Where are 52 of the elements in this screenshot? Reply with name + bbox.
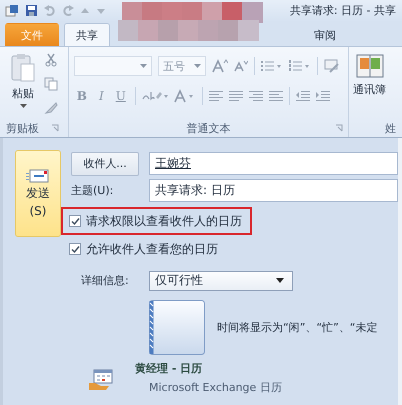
calendar-type: Microsoft Exchange 日历 xyxy=(148,380,282,395)
brush-icon[interactable] xyxy=(44,101,58,115)
group-label: 普通文本 xyxy=(186,120,230,136)
bullet-list-icon[interactable] xyxy=(260,60,283,72)
window-title: 共享请求: 日历 - 共享 xyxy=(290,3,396,18)
availability-note: 时间将显示为“闲”、“忙”、“未定 xyxy=(217,320,378,335)
align-icon[interactable] xyxy=(268,90,283,102)
grow-font-icon[interactable] xyxy=(212,59,228,73)
subject-field[interactable]: 共享请求: 日历 xyxy=(149,179,398,202)
checkbox-label: 允许收件人查看您的日历 xyxy=(86,240,218,258)
undo-icon[interactable] xyxy=(44,4,56,16)
to-field[interactable]: 王婉芬 xyxy=(149,152,398,175)
checkbox-label: 请求权限以查看收件人的日历 xyxy=(86,212,242,230)
styles-icon[interactable] xyxy=(324,59,340,73)
group-label: 姓 xyxy=(384,120,396,136)
dropdown-arrow-icon[interactable] xyxy=(276,278,284,284)
checkbox[interactable] xyxy=(69,215,81,227)
dialog-launcher-icon[interactable] xyxy=(51,124,59,132)
dialog-launcher-icon[interactable] xyxy=(335,124,343,132)
increase-indent-icon[interactable] xyxy=(316,90,330,102)
shrink-font-icon[interactable] xyxy=(234,60,248,72)
font-color-icon[interactable] xyxy=(174,89,196,103)
address-book-icon xyxy=(356,53,384,79)
calendar-preview xyxy=(149,300,205,355)
font-name-dropdown[interactable] xyxy=(74,56,152,76)
to-button[interactable]: 收件人... xyxy=(71,152,139,176)
save-icon[interactable] xyxy=(25,4,38,17)
address-book-button[interactable]: 通讯簿 xyxy=(349,51,390,119)
copy-icon[interactable] xyxy=(44,77,58,91)
envelope-icon xyxy=(26,169,50,183)
send-button[interactable]: 发送 (S) xyxy=(15,150,61,237)
numbered-list-icon[interactable] xyxy=(288,60,311,72)
calendar-name: 黄经理 - 日历 xyxy=(135,361,204,376)
ribbon-tab[interactable]: 审阅 xyxy=(302,23,348,46)
highlighter-icon[interactable] xyxy=(142,89,168,103)
shared-calendar-icon xyxy=(89,369,113,391)
up-arrow-icon[interactable] xyxy=(80,6,90,16)
clipboard-icon xyxy=(10,53,36,83)
scissors-icon[interactable] xyxy=(44,53,58,67)
align-icon[interactable] xyxy=(208,90,223,102)
details-label: 详细信息: xyxy=(80,273,130,288)
checkbox[interactable] xyxy=(69,243,81,255)
redo-icon[interactable] xyxy=(62,4,74,16)
paste-button[interactable]: 粘贴 xyxy=(6,51,40,119)
details-dropdown[interactable]: 仅可行性 xyxy=(149,270,293,290)
align-icon[interactable] xyxy=(248,90,263,102)
ribbon-tab[interactable]: 共享 xyxy=(64,23,110,46)
align-icon[interactable] xyxy=(228,90,243,102)
decrease-indent-icon[interactable] xyxy=(296,90,310,102)
dropdown-arrow-icon xyxy=(20,104,26,109)
subject-label: 主题(U): xyxy=(71,183,114,198)
group-label: 剪贴板 xyxy=(6,120,39,136)
